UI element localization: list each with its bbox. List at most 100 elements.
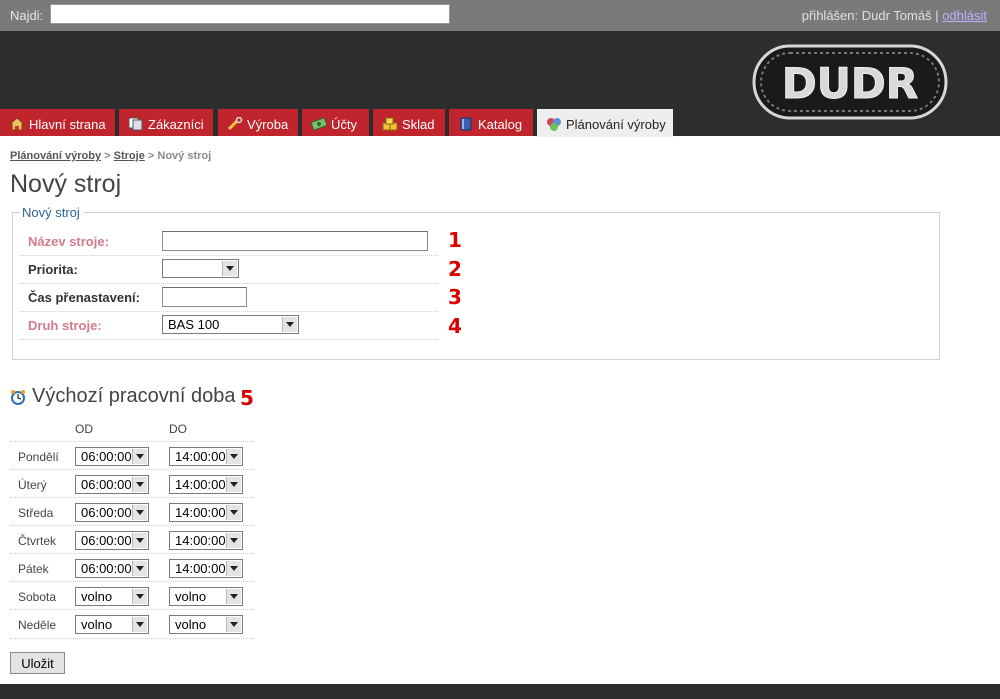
from-time-value: volno (81, 617, 113, 632)
chevron-down-icon[interactable] (132, 477, 147, 492)
from-time-value: 06:00:00 (81, 505, 132, 520)
from-time-select[interactable]: volno (75, 587, 149, 606)
chevron-down-icon[interactable] (132, 617, 147, 632)
from-time-value: 06:00:00 (81, 477, 132, 492)
tab-ucty[interactable]: Účty (302, 109, 369, 136)
chevron-down-icon[interactable] (132, 561, 147, 576)
schedule-row: Sobota volno volno (10, 581, 254, 610)
breadcrumb-link-planovani[interactable]: Plánování výroby (10, 150, 101, 162)
schedule-row: Čtvrtek 06:00:00 14:00:00 (10, 525, 254, 554)
from-time-select[interactable]: 06:00:00 (75, 531, 149, 550)
from-time-value: 06:00:00 (81, 561, 132, 576)
machine-type-label: Druh stroje: (28, 318, 102, 333)
tab-label: Zákazníci (148, 117, 204, 132)
to-time-select[interactable]: volno (169, 587, 243, 606)
to-time-value: 14:00:00 (175, 505, 226, 520)
chevron-down-icon[interactable] (282, 317, 297, 332)
chevron-down-icon[interactable] (226, 561, 241, 576)
tab-label: Sklad (402, 117, 435, 132)
to-time-select[interactable]: 14:00:00 (169, 503, 243, 522)
breadcrumb: Plánování výroby > Stroje > Nový stroj (10, 150, 211, 162)
working-hours-title-text: Výchozí pracovní doba (32, 385, 236, 407)
day-label: Sobota (18, 590, 57, 604)
to-time-select[interactable]: 14:00:00 (169, 447, 243, 466)
breadcrumb-link-stroje[interactable]: Stroje (114, 150, 145, 162)
logo-text: DUDR (782, 59, 918, 108)
separator: | (931, 8, 943, 23)
from-time-value: 06:00:00 (81, 449, 132, 464)
tab-label: Plánování výroby (566, 117, 666, 132)
home-icon (9, 117, 25, 131)
tab-katalog[interactable]: Katalog (449, 109, 533, 136)
footer-bar (0, 684, 1000, 699)
chevron-down-icon[interactable] (226, 617, 241, 632)
chevron-down-icon[interactable] (132, 449, 147, 464)
to-time-select[interactable]: 14:00:00 (169, 475, 243, 494)
from-time-value: 06:00:00 (81, 533, 132, 548)
search-label: Najdi: (10, 8, 44, 23)
dudr-logo[interactable]: DUDR (752, 44, 948, 120)
chevron-down-icon[interactable] (132, 589, 147, 604)
user-info: přihlášen: Dudr Tomáš | odhlásit (802, 8, 987, 23)
to-time-select[interactable]: 14:00:00 (169, 531, 243, 550)
machine-type-value: BAS 100 (168, 317, 220, 332)
marker-2: 2 (448, 257, 462, 281)
from-time-select[interactable]: 06:00:00 (75, 503, 149, 522)
breadcrumb-separator: > (144, 150, 158, 162)
chevron-down-icon[interactable] (222, 261, 237, 276)
machine-name-label: Název stroje: (28, 234, 109, 249)
to-time-value: 14:00:00 (175, 533, 226, 548)
from-time-select[interactable]: 06:00:00 (75, 559, 149, 578)
tab-hlavni-strana[interactable]: Hlavní strana (0, 109, 115, 136)
to-time-value: 14:00:00 (175, 561, 226, 576)
priority-label: Priorita: (28, 262, 78, 277)
tab-planovani-vyroby[interactable]: Plánování výroby (537, 109, 673, 137)
day-label: Pondělí (18, 450, 59, 464)
tab-sklad[interactable]: Sklad (373, 109, 445, 136)
form-row-name: Název stroje: (20, 227, 438, 256)
day-label: Neděle (18, 618, 57, 632)
chevron-down-icon[interactable] (226, 505, 241, 520)
tab-zakaznici[interactable]: Zákazníci (119, 109, 213, 136)
setup-time-input[interactable] (162, 287, 247, 307)
chevron-down-icon[interactable] (226, 477, 241, 492)
logout-link[interactable]: odhlásit (942, 8, 987, 23)
chevron-down-icon[interactable] (226, 589, 241, 604)
from-time-select[interactable]: 06:00:00 (75, 475, 149, 494)
logged-in-user: přihlášen: Dudr Tomáš (801, 8, 932, 23)
priority-select[interactable] (162, 259, 239, 278)
tab-label: Katalog (478, 117, 523, 132)
form-row-setup-time: Čas přenastavení: (20, 283, 438, 312)
col-header-to: DO (169, 422, 187, 436)
save-button[interactable]: Uložit (10, 652, 65, 674)
page-title: Nový stroj (10, 170, 122, 198)
form-row-priority: Priorita: (20, 255, 438, 284)
machine-type-select[interactable]: BAS 100 (162, 315, 299, 334)
to-time-select[interactable]: volno (169, 615, 243, 634)
marker-4: 4 (448, 314, 462, 338)
from-time-select[interactable]: volno (75, 615, 149, 634)
to-time-value: volno (175, 617, 207, 632)
tab-label: Hlavní strana (29, 117, 106, 132)
tab-vyroba[interactable]: Výroba (218, 109, 298, 136)
fieldset-legend: Nový stroj (22, 205, 80, 220)
chevron-down-icon[interactable] (132, 505, 147, 520)
marker-5: 5 (240, 386, 254, 410)
chevron-down-icon[interactable] (226, 449, 241, 464)
breadcrumb-separator: > (101, 150, 114, 162)
to-time-value: 14:00:00 (175, 449, 226, 464)
customers-icon (128, 117, 143, 131)
form-row-machine-type: Druh stroje: BAS 100 (20, 311, 438, 340)
chevron-down-icon[interactable] (132, 533, 147, 548)
search-input[interactable] (50, 4, 450, 24)
from-time-value: volno (81, 589, 113, 604)
schedule-row: Úterý 06:00:00 14:00:00 (10, 469, 254, 498)
to-time-select[interactable]: 14:00:00 (169, 559, 243, 578)
machine-name-input[interactable] (162, 231, 428, 251)
day-label: Pátek (18, 562, 49, 576)
schedule-row: Pondělí 06:00:00 14:00:00 (10, 441, 254, 470)
chevron-down-icon[interactable] (226, 533, 241, 548)
day-label: Středa (18, 506, 54, 520)
from-time-select[interactable]: 06:00:00 (75, 447, 149, 466)
to-time-value: 14:00:00 (175, 477, 226, 492)
